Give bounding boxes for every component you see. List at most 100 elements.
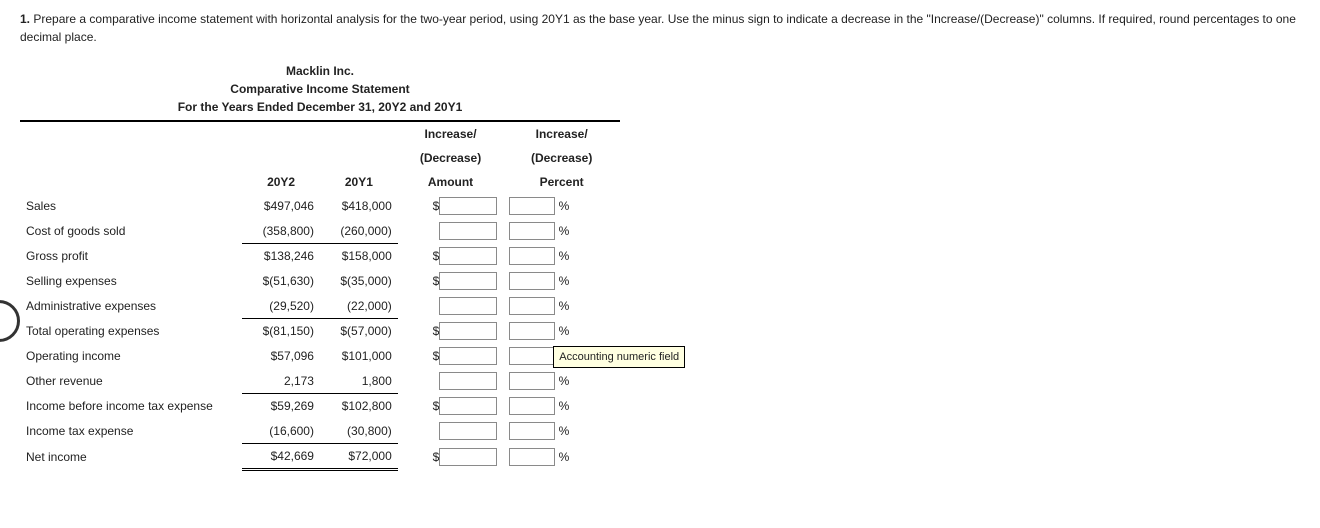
amount-cell: [398, 419, 504, 444]
amount-input[interactable]: [439, 197, 497, 215]
percent-cell: %: [503, 444, 620, 470]
percent-input[interactable]: [509, 297, 555, 315]
row-label: Administrative expenses: [20, 294, 242, 319]
percent-sign: %: [555, 249, 569, 263]
value-20y1: (30,800): [320, 419, 398, 444]
row-label: Total operating expenses: [20, 319, 242, 344]
table-head: Increase/ Increase/ (Decrease) (Decrease…: [20, 122, 620, 194]
amount-cell: $: [398, 319, 504, 344]
value-20y2: $(81,150): [242, 319, 320, 344]
value-20y2: $59,269: [242, 394, 320, 419]
percent-sign: %: [555, 224, 569, 238]
amount-input[interactable]: [439, 322, 497, 340]
header-percent-1: Increase/: [503, 122, 620, 146]
amount-cell: [398, 369, 504, 394]
amount-cell: $: [398, 194, 504, 219]
percent-input[interactable]: [509, 347, 555, 365]
row-label: Net income: [20, 444, 242, 470]
value-20y1: $72,000: [320, 444, 398, 470]
value-20y2: (358,800): [242, 219, 320, 244]
header-percent-2: (Decrease): [503, 146, 620, 170]
value-20y2: $42,669: [242, 444, 320, 470]
percent-input[interactable]: [509, 372, 555, 390]
row-label: Selling expenses: [20, 269, 242, 294]
amount-cell: $: [398, 269, 504, 294]
percent-sign: %: [555, 199, 569, 213]
percent-cell: %: [503, 294, 620, 319]
percent-input[interactable]: [509, 247, 555, 265]
header-y1: 20Y1: [320, 170, 398, 194]
percent-input[interactable]: [509, 272, 555, 290]
amount-input[interactable]: [439, 448, 497, 466]
table-row: Selling expenses$(51,630)$(35,000)$ %: [20, 269, 620, 294]
table-row: Income before income tax expense$59,269$…: [20, 394, 620, 419]
table-body: Sales$497,046$418,000$ %Cost of goods so…: [20, 194, 620, 470]
percent-cell: Accounting numeric field: [503, 344, 620, 369]
help-bubble-icon[interactable]: [0, 300, 20, 342]
value-20y1: $418,000: [320, 194, 398, 219]
percent-cell: %: [503, 194, 620, 219]
row-label: Sales: [20, 194, 242, 219]
amount-input[interactable]: [439, 397, 497, 415]
percent-cell: %: [503, 394, 620, 419]
company-title: Macklin Inc.: [20, 62, 620, 80]
income-statement: Macklin Inc. Comparative Income Statemen…: [20, 62, 620, 471]
percent-sign: %: [555, 450, 569, 464]
row-label: Operating income: [20, 344, 242, 369]
amount-cell: $: [398, 344, 504, 369]
statement-table: Increase/ Increase/ (Decrease) (Decrease…: [20, 122, 620, 471]
percent-input[interactable]: [509, 397, 555, 415]
table-row: Total operating expenses$(81,150)$(57,00…: [20, 319, 620, 344]
percent-cell: %: [503, 319, 620, 344]
value-20y2: (29,520): [242, 294, 320, 319]
value-20y1: (260,000): [320, 219, 398, 244]
value-20y1: $(57,000): [320, 319, 398, 344]
row-label: Gross profit: [20, 244, 242, 269]
amount-input[interactable]: [439, 272, 497, 290]
amount-input[interactable]: [439, 222, 497, 240]
value-20y1: $158,000: [320, 244, 398, 269]
percent-input[interactable]: [509, 197, 555, 215]
value-20y1: $101,000: [320, 344, 398, 369]
percent-sign: %: [555, 274, 569, 288]
statement-title: Comparative Income Statement: [20, 80, 620, 98]
amount-input[interactable]: [439, 422, 497, 440]
header-amount-1: Increase/: [398, 122, 504, 146]
amount-cell: $: [398, 444, 504, 470]
percent-cell: %: [503, 419, 620, 444]
field-tooltip: Accounting numeric field: [553, 346, 685, 369]
dollar-sign: $: [429, 197, 439, 215]
percent-sign: %: [555, 374, 569, 388]
amount-cell: [398, 219, 504, 244]
row-label: Other revenue: [20, 369, 242, 394]
amount-input[interactable]: [439, 247, 497, 265]
header-y2: 20Y2: [242, 170, 320, 194]
amount-input[interactable]: [439, 347, 497, 365]
percent-sign: %: [555, 299, 569, 313]
amount-cell: $: [398, 394, 504, 419]
percent-input[interactable]: [509, 448, 555, 466]
value-20y1: (22,000): [320, 294, 398, 319]
table-row: Operating income$57,096$101,000$Accounti…: [20, 344, 620, 369]
percent-input[interactable]: [509, 222, 555, 240]
table-row: Net income$42,669$72,000$ %: [20, 444, 620, 470]
percent-input[interactable]: [509, 322, 555, 340]
amount-input[interactable]: [439, 372, 497, 390]
dollar-sign: $: [429, 247, 439, 265]
header-amount-3: Amount: [398, 170, 504, 194]
row-label: Cost of goods sold: [20, 219, 242, 244]
question-body: Prepare a comparative income statement w…: [20, 12, 1296, 44]
table-row: Administrative expenses(29,520)(22,000) …: [20, 294, 620, 319]
value-20y2: $138,246: [242, 244, 320, 269]
value-20y2: (16,600): [242, 419, 320, 444]
row-label: Income tax expense: [20, 419, 242, 444]
period-title: For the Years Ended December 31, 20Y2 an…: [20, 98, 620, 122]
amount-input[interactable]: [439, 297, 497, 315]
dollar-sign: $: [429, 347, 439, 365]
table-row: Sales$497,046$418,000$ %: [20, 194, 620, 219]
question-number: 1.: [20, 12, 30, 26]
header-amount-2: (Decrease): [398, 146, 504, 170]
percent-input[interactable]: [509, 422, 555, 440]
percent-sign: %: [555, 399, 569, 413]
percent-sign: %: [555, 424, 569, 438]
